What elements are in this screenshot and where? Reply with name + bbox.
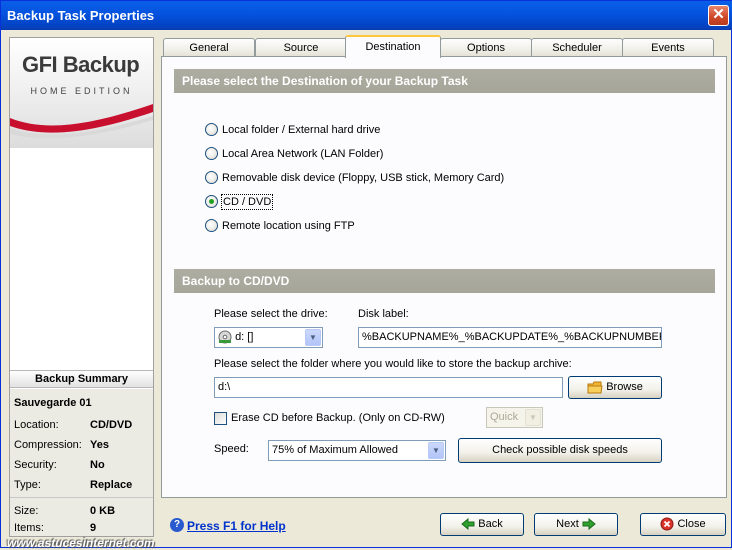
cddvd-section-header: Backup to CD/DVD [174, 269, 715, 293]
window-title: Backup Task Properties [7, 8, 155, 23]
summary-row: Compression: Yes [14, 439, 109, 451]
tab-general[interactable]: General [163, 38, 255, 57]
gfi-backup-logo: GFI Backup HOME EDITION [10, 38, 153, 148]
title-bar: Backup Task Properties ✕ [1, 1, 732, 30]
disk-label-label: Disk label: [358, 308, 409, 320]
destination-section-header: Please select the Destination of your Ba… [174, 69, 715, 93]
tab-scheduler[interactable]: Scheduler [531, 38, 623, 57]
sidebar: GFI Backup HOME EDITION Backup Summary S… [9, 37, 154, 537]
tab-destination[interactable]: Destination [345, 35, 441, 58]
disk-label-input[interactable]: %BACKUPNAME%_%BACKUPDATE%_%BACKUPNUMBER% [358, 327, 662, 348]
tab-strip: General Source Destination Options Sched… [161, 35, 727, 58]
close-button[interactable]: Close [640, 513, 726, 536]
drive-label: Please select the drive: [214, 308, 328, 320]
erase-cd-checkbox[interactable] [214, 412, 227, 425]
cd-drive-icon [218, 330, 232, 344]
close-icon [660, 517, 674, 531]
tab-options[interactable]: Options [440, 38, 532, 57]
close-window-button[interactable]: ✕ [708, 5, 729, 26]
radio-button[interactable] [205, 123, 218, 136]
browse-button[interactable]: Browse [568, 376, 662, 399]
logo-swoosh-icon [10, 104, 153, 139]
help-icon[interactable]: ? [170, 518, 184, 532]
radio-button-selected[interactable] [205, 195, 218, 208]
summary-row: Location: CD/DVD [14, 419, 133, 431]
erase-cd-label: Erase CD before Backup. (Only on CD-RW) [231, 412, 445, 424]
summary-task-name: Sauvegarde 01 [14, 397, 92, 409]
help-link[interactable]: Press F1 for Help [187, 519, 286, 533]
summary-header: Backup Summary [10, 370, 153, 388]
destination-panel: Please select the Destination of your Ba… [161, 56, 727, 498]
folder-input[interactable]: d:\ [214, 377, 563, 398]
radio-button[interactable] [205, 147, 218, 160]
speed-label: Speed: [214, 443, 249, 455]
next-button[interactable]: Next [534, 513, 618, 536]
dialog-window: Backup Task Properties ✕ GFI Backup HOME… [0, 0, 732, 550]
arrow-right-icon [582, 518, 596, 531]
summary-divider [10, 497, 153, 498]
erase-mode-select[interactable]: Quick ▼ [486, 407, 543, 428]
summary-panel: Sauvegarde 01 Location: CD/DVD Compressio… [10, 389, 153, 536]
summary-row: Type: Replace [14, 479, 133, 491]
arrow-left-icon [461, 518, 475, 531]
chevron-down-icon[interactable]: ▼ [428, 442, 444, 459]
summary-stat-row: Size: 0 KB [14, 505, 116, 517]
radio-button[interactable] [205, 171, 218, 184]
logo-brand: GFI Backup [22, 52, 140, 77]
summary-row: Security: No [14, 459, 105, 471]
drive-select[interactable]: d: [] ▼ [214, 327, 323, 348]
folder-icon [587, 381, 603, 394]
radio-button[interactable] [205, 219, 218, 232]
tab-events[interactable]: Events [622, 38, 714, 57]
back-button[interactable]: Back [440, 513, 524, 536]
logo-edition: HOME EDITION [30, 86, 133, 96]
chevron-down-icon[interactable]: ▼ [305, 329, 321, 346]
folder-label: Please select the folder where you would… [214, 358, 572, 370]
summary-stat-row: Items: 9 [14, 522, 97, 534]
speed-select[interactable]: 75% of Maximum Allowed ▼ [268, 440, 446, 461]
check-speeds-button[interactable]: Check possible disk speeds [458, 438, 662, 463]
chevron-down-icon[interactable]: ▼ [525, 409, 541, 426]
tab-source[interactable]: Source [255, 38, 347, 57]
